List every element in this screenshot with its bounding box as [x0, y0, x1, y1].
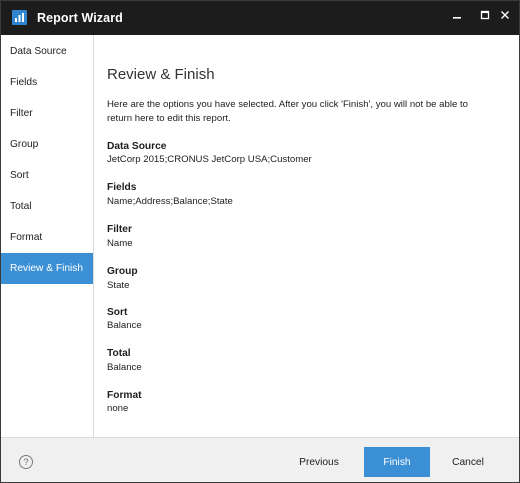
finish-button[interactable]: Finish — [364, 447, 430, 477]
help-icon[interactable]: ? — [19, 455, 33, 469]
help-glyph: ? — [23, 456, 29, 468]
section-value-total: Balance — [107, 362, 142, 373]
sidebar-item-label: Group — [10, 139, 39, 150]
sidebar-item-filter[interactable]: Filter — [1, 98, 93, 129]
sidebar-item-label: Sort — [10, 170, 29, 181]
report-chart-icon — [12, 10, 27, 25]
wizard-step-sidebar: Data Source Fields Filter Group Sort Tot… — [1, 35, 94, 437]
section-value-data-source: JetCorp 2015;CRONUS JetCorp USA;Customer — [107, 154, 312, 165]
sidebar-item-label: Data Source — [10, 46, 67, 57]
section-label-group: Group — [107, 266, 138, 277]
section-label-data-source: Data Source — [107, 141, 167, 152]
title-bar: Report Wizard — [1, 1, 519, 35]
sidebar-item-label: Review & Finish — [10, 263, 84, 274]
section-value-sort: Balance — [107, 320, 142, 331]
section-label-fields: Fields — [107, 182, 137, 193]
sidebar-item-fields[interactable]: Fields — [1, 67, 93, 98]
section-value-fields: Name;Address;Balance;State — [107, 196, 233, 207]
section-value-group: State — [107, 280, 130, 291]
sidebar-item-format[interactable]: Format — [1, 222, 93, 253]
section-value-format: none — [107, 403, 129, 414]
sidebar-item-review-finish[interactable]: Review & Finish — [1, 253, 93, 284]
report-wizard-window: Report Wizard Data Source Fields Filter — [0, 0, 520, 483]
footer-bar: ? Previous Finish Cancel — [1, 437, 519, 482]
section-label-format: Format — [107, 390, 142, 401]
sidebar-item-label: Fields — [10, 77, 38, 88]
page-title: Review & Finish — [107, 66, 215, 83]
section-label-filter: Filter — [107, 224, 132, 235]
close-button[interactable] — [490, 1, 519, 29]
previous-button[interactable]: Previous — [288, 447, 350, 477]
section-value-filter: Name — [107, 238, 133, 249]
minimize-button[interactable] — [442, 1, 472, 29]
sidebar-item-data-source[interactable]: Data Source — [1, 36, 93, 67]
sidebar-item-label: Format — [10, 232, 43, 243]
intro-text: Here are the options you have selected. … — [107, 99, 468, 124]
sidebar-item-sort[interactable]: Sort — [1, 160, 93, 191]
review-panel: Review & Finish Here are the options you… — [94, 35, 519, 437]
close-icon — [501, 11, 509, 19]
sidebar-item-total[interactable]: Total — [1, 191, 93, 222]
sidebar-item-group[interactable]: Group — [1, 129, 93, 160]
section-label-sort: Sort — [107, 307, 128, 318]
sidebar-item-label: Filter — [10, 108, 33, 119]
section-label-total: Total — [107, 348, 131, 359]
maximize-icon — [480, 10, 490, 20]
window-title: Report Wizard — [37, 11, 123, 25]
cancel-button[interactable]: Cancel — [442, 447, 494, 477]
minimize-icon — [453, 17, 461, 19]
sidebar-item-label: Total — [10, 201, 32, 212]
